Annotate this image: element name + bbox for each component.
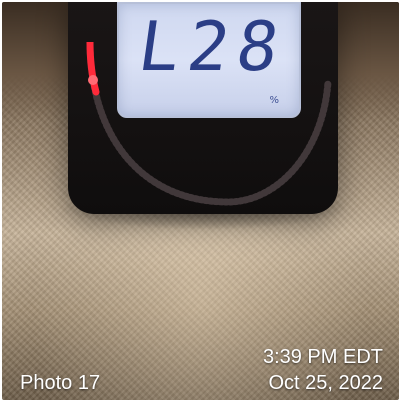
photo-time: 3:39 PM EDT [262, 346, 383, 368]
photo-date: Oct 25, 2022 [268, 372, 383, 394]
photo-label: Photo 17 [20, 372, 101, 394]
lcd-display: L28 % [117, 2, 301, 118]
lcd-reading: L28 [133, 8, 292, 87]
lcd-unit: % [269, 95, 279, 106]
photo-frame: L28 % Photo 17 3:39 PM EDT Oct 25, 2022 [2, 2, 399, 400]
gauge-led-dot [88, 75, 98, 85]
